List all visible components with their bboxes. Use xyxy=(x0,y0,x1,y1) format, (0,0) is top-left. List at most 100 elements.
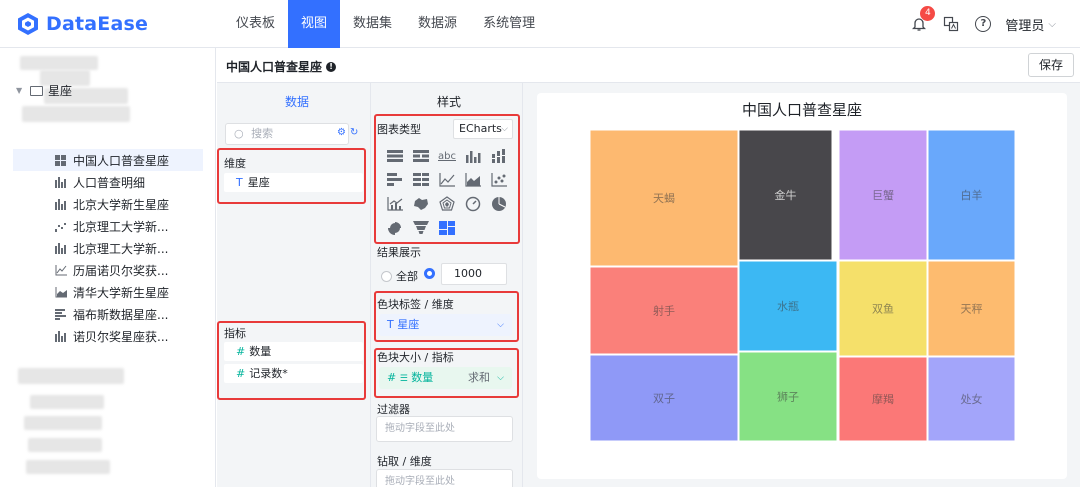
tree-item-bit-freshmen-scatter[interactable]: 北京理工大学新... xyxy=(13,215,203,237)
gear-icon[interactable]: ⚙ xyxy=(337,127,346,138)
table-info-icon[interactable] xyxy=(385,147,405,165)
tree-item-label: 诺贝尔奖星座获... xyxy=(73,329,169,344)
blurred-tree-item xyxy=(26,460,110,474)
blurred-tree-item xyxy=(30,395,104,409)
nav-datasources[interactable]: 数据源 xyxy=(405,0,470,48)
nav-system-management[interactable]: 系统管理 xyxy=(470,0,548,48)
tree-item-label: 清华大学新生星座 xyxy=(73,285,170,300)
top-header: DataEase 仪表板 视图 数据集 数据源 系统管理 4 ? 管理员 ⌵ xyxy=(0,0,1080,48)
tree-item-label: 北京理工大学新... xyxy=(73,219,169,234)
metric-field-record-count[interactable]: # 记录数* xyxy=(224,364,363,383)
save-button[interactable]: 保存 xyxy=(1028,53,1074,77)
folder-icon xyxy=(30,85,43,96)
search-placeholder: 搜索 xyxy=(251,127,274,140)
radar-icon[interactable] xyxy=(437,195,457,213)
result-limit-radio[interactable] xyxy=(424,268,439,279)
chevron-down-icon: ⌵ xyxy=(497,373,504,383)
user-name: 管理员 xyxy=(1005,18,1045,34)
color-label-field-constellation[interactable]: T 星座 ⌵ xyxy=(379,314,512,336)
result-all-label: 全部 xyxy=(396,270,418,283)
tree-item-pku-freshmen[interactable]: 北京大学新生星座 xyxy=(13,193,203,215)
bar-chart-icon xyxy=(55,330,67,342)
map-icon[interactable] xyxy=(411,195,431,213)
tab-style[interactable]: 样式 xyxy=(437,93,461,110)
chart-title: 中国人口普查星座 xyxy=(741,101,862,119)
chart-name: 中国人口普查星座 ! xyxy=(226,58,337,75)
tree-item-nobel-history[interactable]: 历届诺贝尔奖获... xyxy=(13,259,203,281)
dimension-field-constellation[interactable]: T 星座 xyxy=(224,173,363,192)
metric-label: 指标 xyxy=(224,327,246,340)
tree-item-census-detail[interactable]: 人口普查明细 xyxy=(13,171,203,193)
table-normal-icon[interactable] xyxy=(411,147,431,165)
rose-icon[interactable] xyxy=(385,219,405,237)
metric-field-count[interactable]: # 数量 xyxy=(224,342,363,361)
chart-type-label: 图表类型 xyxy=(377,123,421,136)
chart-card xyxy=(537,93,1067,479)
filter-drop-zone[interactable]: 拖动字段至此处 xyxy=(376,416,513,442)
blurred-tree-item xyxy=(24,416,102,430)
caret-down-icon: ▼ xyxy=(16,86,23,95)
blurred-tree-item xyxy=(18,368,124,384)
help-icon: ? xyxy=(975,16,992,32)
line-bar-icon[interactable] xyxy=(385,195,405,213)
tree-item-bit-freshmen-bar[interactable]: 北京理工大学新... xyxy=(13,237,203,259)
header-actions: 4 ? 管理员 ⌵ xyxy=(897,0,1056,48)
tree-item-china-census[interactable]: 中国人口普查星座 xyxy=(13,149,203,171)
number-type-icon: # xyxy=(236,367,246,380)
text-type-icon: T xyxy=(387,318,394,331)
bar-icon[interactable] xyxy=(463,147,483,165)
result-all-radio[interactable]: 全部 xyxy=(381,268,418,284)
size-metric-field-count[interactable]: # ☰ 数量 求和 ⌵ xyxy=(379,367,512,389)
treemap-icon[interactable] xyxy=(437,219,457,237)
stack-bar-icon[interactable] xyxy=(489,147,509,165)
language-switch[interactable] xyxy=(941,14,961,34)
nav-dashboard[interactable]: 仪表板 xyxy=(223,0,288,48)
tree-folder-constellation[interactable]: ▼ 星座 xyxy=(16,82,72,99)
tree-item-tsinghua-freshmen[interactable]: 清华大学新生星座 xyxy=(13,281,203,303)
tree-item-forbes-data[interactable]: 福布斯数据星座... xyxy=(13,303,203,325)
result-display-label: 结果展示 xyxy=(377,246,421,259)
tree-item-label: 北京理工大学新... xyxy=(73,241,169,256)
tab-data[interactable]: 数据 xyxy=(285,93,309,110)
pie-icon[interactable] xyxy=(489,195,509,213)
notification-bell[interactable]: 4 xyxy=(909,6,936,34)
field-name: 星座 xyxy=(247,176,270,189)
chevron-down-icon: ⌵ xyxy=(1048,18,1056,30)
filter-section: 过滤器 xyxy=(377,403,410,416)
info-icon[interactable]: ! xyxy=(326,61,337,72)
line-icon[interactable] xyxy=(437,171,457,189)
result-limit-input[interactable]: 1000 xyxy=(441,263,507,285)
text-card-icon[interactable]: abc xyxy=(437,147,457,165)
refresh-icon[interactable]: ↻ xyxy=(350,127,358,138)
field-name: 数量 xyxy=(411,371,434,384)
dimension-label: 维度 xyxy=(224,157,246,170)
chart-library-select[interactable]: ECharts ⌵ xyxy=(453,119,513,139)
help-button[interactable]: ? xyxy=(973,14,993,34)
blurred-tree-item xyxy=(20,56,98,70)
field-search-input[interactable]: ○ 搜索 xyxy=(225,123,349,145)
nav-datasets[interactable]: 数据集 xyxy=(340,0,405,48)
scatter-chart-icon xyxy=(55,221,67,232)
gauge-icon[interactable] xyxy=(463,195,483,213)
sort-icon: ☰ xyxy=(399,374,408,384)
notification-count-badge: 4 xyxy=(920,6,936,21)
tree-item-label: 人口普查明细 xyxy=(73,175,146,190)
nav-views[interactable]: 视图 xyxy=(288,0,341,48)
size-metric-section: 色块大小 / 指标 xyxy=(377,351,454,364)
scatter-icon[interactable] xyxy=(489,171,509,189)
tree-item-nobel-constellation[interactable]: 诺贝尔奖星座获... xyxy=(13,325,203,347)
area-icon[interactable] xyxy=(463,171,483,189)
chevron-down-icon: ⌵ xyxy=(497,320,504,330)
horizontal-bar-icon[interactable] xyxy=(385,171,405,189)
blurred-tree-item xyxy=(28,438,102,452)
horizontal-stack-bar-icon[interactable] xyxy=(411,171,431,189)
bar-chart-icon xyxy=(55,242,67,254)
funnel-icon[interactable] xyxy=(411,219,431,237)
treemap-icon xyxy=(55,154,67,166)
drill-drop-zone[interactable]: 拖动字段至此处 xyxy=(376,469,513,487)
chart-name-text: 中国人口普查星座 xyxy=(226,60,323,74)
app-logo[interactable]: DataEase xyxy=(16,10,148,38)
blurred-tree-item xyxy=(22,106,130,122)
logo-text: DataEase xyxy=(46,13,149,35)
user-menu[interactable]: 管理员 ⌵ xyxy=(1005,15,1056,34)
